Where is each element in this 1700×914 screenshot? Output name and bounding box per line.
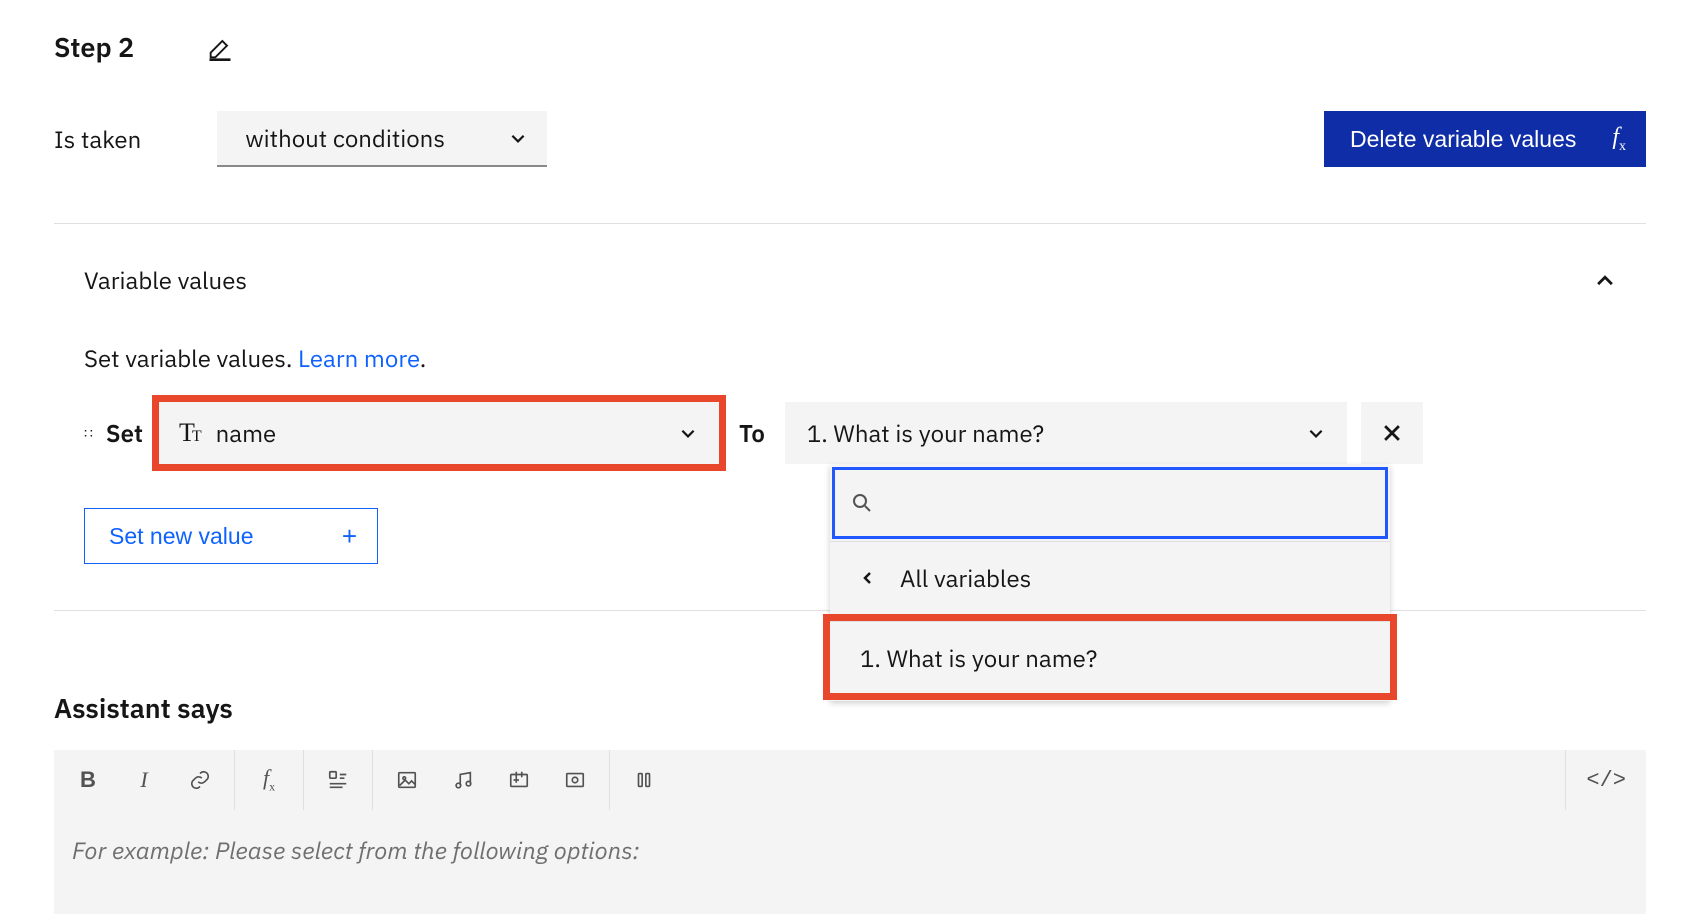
edit-step-button[interactable] bbox=[206, 34, 234, 62]
fx-icon: fx bbox=[1612, 124, 1626, 155]
to-label: To bbox=[739, 417, 765, 449]
pause-icon bbox=[633, 769, 655, 791]
chevron-left-icon bbox=[860, 570, 876, 586]
flyout-back-all-variables[interactable]: All variables bbox=[830, 541, 1390, 613]
drag-handle-icon[interactable]: ∷ bbox=[84, 424, 94, 442]
flyout-search[interactable] bbox=[832, 467, 1388, 539]
variable-selected: name bbox=[216, 417, 679, 449]
flyout-option-label: 1. What is your name? bbox=[860, 642, 1097, 674]
set-new-label: Set new value bbox=[109, 523, 253, 550]
conditions-selected: without conditions bbox=[245, 122, 445, 154]
chevron-up-icon[interactable] bbox=[1594, 269, 1616, 291]
conditions-dropdown[interactable]: without conditions bbox=[217, 111, 547, 167]
set-new-value-button[interactable]: Set new value + bbox=[84, 508, 378, 564]
rte-fx-button[interactable]: fx bbox=[241, 750, 297, 810]
variable-dropdown[interactable]: TT name bbox=[159, 402, 719, 464]
link-icon bbox=[189, 769, 211, 791]
flyout-option-1[interactable]: 1. What is your name? bbox=[830, 621, 1390, 693]
image-icon bbox=[396, 769, 418, 791]
text-type-icon: TT bbox=[179, 418, 202, 448]
rte-audio-button[interactable] bbox=[435, 750, 491, 810]
music-icon bbox=[452, 769, 474, 791]
value-dropdown[interactable]: 1. What is your name? bbox=[785, 402, 1347, 464]
delete-variable-values-button[interactable]: Delete variable values fx bbox=[1324, 111, 1646, 167]
variable-values-title: Variable values bbox=[84, 264, 247, 296]
chevron-down-icon bbox=[679, 424, 697, 442]
close-icon bbox=[1381, 422, 1403, 444]
set-label: Set bbox=[106, 417, 143, 449]
value-selected: 1. What is your name? bbox=[807, 417, 1044, 449]
rte-bold-button[interactable]: B bbox=[60, 750, 116, 810]
variable-values-subtitle: Set variable values. Learn more. bbox=[84, 342, 1646, 374]
pencil-icon bbox=[206, 34, 234, 62]
rte-video-button[interactable] bbox=[491, 750, 547, 810]
response-type-icon bbox=[327, 769, 349, 791]
rte-image-button[interactable] bbox=[379, 750, 435, 810]
rte-toolbar: B I fx bbox=[54, 750, 1646, 810]
video-icon bbox=[508, 769, 530, 791]
rte-code-toggle[interactable]: </> bbox=[1566, 768, 1646, 793]
value-dropdown-flyout: All variables 1. What is your name? bbox=[830, 465, 1390, 701]
step-title: Step 2 bbox=[54, 30, 134, 65]
plus-icon: + bbox=[342, 523, 357, 549]
remove-row-button[interactable] bbox=[1361, 402, 1423, 464]
iframe-icon bbox=[564, 769, 586, 791]
rte-iframe-button[interactable] bbox=[547, 750, 603, 810]
learn-more-link[interactable]: Learn more bbox=[298, 342, 420, 374]
chevron-down-icon bbox=[1307, 424, 1325, 442]
rte-response-type-button[interactable] bbox=[310, 750, 366, 810]
chevron-down-icon bbox=[509, 129, 527, 147]
rte-link-button[interactable] bbox=[172, 750, 228, 810]
rte-body[interactable]: For example: Please select from the foll… bbox=[54, 810, 1646, 914]
delete-button-label: Delete variable values bbox=[1350, 126, 1576, 153]
fx-icon: fx bbox=[263, 765, 275, 794]
rte-italic-button[interactable]: I bbox=[116, 750, 172, 810]
all-variables-label: All variables bbox=[900, 562, 1031, 594]
flyout-search-input[interactable] bbox=[886, 489, 1368, 517]
is-taken-label: Is taken bbox=[54, 123, 141, 155]
rte-pause-button[interactable] bbox=[616, 750, 672, 810]
search-icon bbox=[852, 493, 872, 513]
